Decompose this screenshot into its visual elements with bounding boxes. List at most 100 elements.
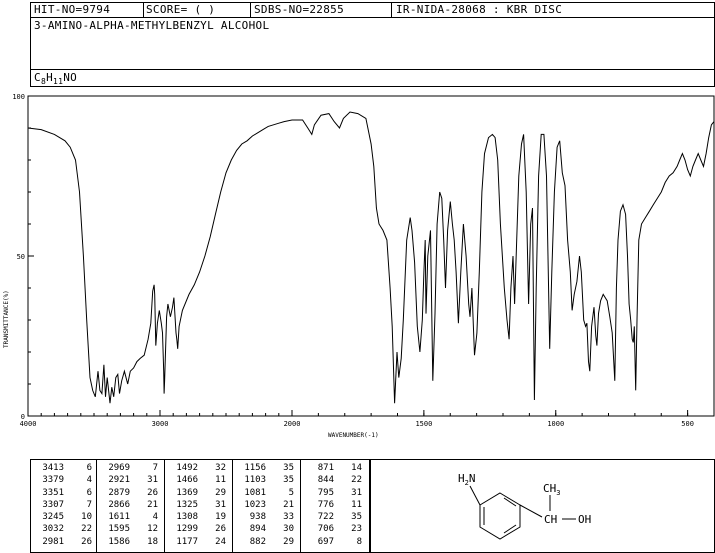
peak-row: 795 31 [300, 487, 362, 499]
methyl-label: CH3 [543, 482, 560, 497]
peak-column: 871 14 844 22 795 31 776 11 722 35 706 23 697 8 [300, 462, 362, 548]
peak-transmittance: 18 [147, 536, 158, 547]
peak-wavenumber: 706 [317, 524, 334, 535]
ring-to-ch-bond [519, 504, 543, 518]
peak-wavenumber: 2969 [108, 463, 130, 473]
peak-wavenumber: 795 [317, 487, 334, 498]
peak-transmittance: 35 [351, 512, 362, 523]
peak-transmittance: 35 [283, 463, 294, 473]
peak-wavenumber: 2921 [108, 475, 130, 486]
amine-label: H2N [458, 472, 475, 487]
peak-transmittance: 31 [215, 499, 226, 510]
y-tick-label: 100 [12, 93, 25, 101]
peak-wavenumber: 871 [317, 463, 334, 473]
peak-row: 706 23 [300, 523, 362, 535]
peak-transmittance: 19 [215, 512, 226, 523]
peak-wavenumber: 1466 [176, 475, 198, 486]
peak-wavenumber: 1177 [176, 536, 198, 547]
peak-transmittance: 4 [152, 512, 158, 523]
peak-transmittance: 23 [351, 524, 362, 535]
peak-row: 1103 35 [232, 474, 294, 486]
y-tick-label: 50 [17, 253, 25, 261]
peak-transmittance: 21 [147, 499, 158, 510]
peak-wavenumber: 722 [317, 512, 334, 523]
peak-column: 1156 35 1103 35 1081 5 1023 21 938 33 894 30 882 29 [232, 462, 294, 548]
peak-row: 3307 7 [30, 499, 92, 511]
peak-transmittance: 30 [283, 524, 294, 535]
peak-transmittance: 26 [81, 536, 92, 547]
peak-row: 882 29 [232, 536, 294, 548]
hit-number: HIT-NO=9794 [34, 3, 111, 16]
ch-label: CH [544, 513, 557, 526]
peak-wavenumber: 882 [249, 536, 266, 547]
peak-row: 2866 21 [96, 499, 158, 511]
peak-row: 1466 11 [164, 474, 226, 486]
peak-row: 3245 10 [30, 511, 92, 523]
peak-wavenumber: 1492 [176, 463, 198, 473]
formula-c: C [34, 71, 41, 84]
x-tick-label: 4000 [20, 420, 37, 428]
peak-row: 3379 4 [30, 474, 92, 486]
peak-wavenumber: 1325 [176, 499, 198, 510]
header-sep-1 [143, 2, 144, 18]
hydroxyl-label: OH [578, 513, 591, 526]
peak-column: 1492 32 1466 11 1369 29 1325 31 1308 19 1299 26 1177… [164, 462, 226, 548]
compound-name: 3-AMINO-ALPHA-METHYLBENZYL ALCOHOL [34, 19, 270, 32]
peak-row: 2981 26 [30, 536, 92, 548]
peak-row: 1177 24 [164, 536, 226, 548]
formula-h-count: 11 [53, 77, 64, 87]
peak-row: 1156 35 [232, 462, 294, 474]
peak-row: 1369 29 [164, 487, 226, 499]
peak-column: 2969 7 2921 31 2879 26 2866 21 1611 4 1595 12 1586 18 [96, 462, 158, 548]
chemical-structure: H2N CH3 CH OH [458, 472, 591, 540]
x-tick-label: 1500 [415, 420, 432, 428]
header-sep-2 [250, 2, 251, 18]
peak-transmittance: 10 [81, 512, 92, 523]
peak-wavenumber: 697 [317, 536, 334, 547]
peak-wavenumber: 3245 [42, 512, 64, 523]
peak-row: 697 8 [300, 536, 362, 548]
peak-row: 1023 21 [232, 499, 294, 511]
peak-wavenumber: 3351 [42, 487, 64, 498]
peak-transmittance: 26 [147, 487, 158, 498]
header-frame [30, 2, 715, 87]
peak-transmittance: 5 [288, 487, 294, 498]
peak-row: 3032 22 [30, 523, 92, 535]
peak-wavenumber: 1308 [176, 512, 198, 523]
spectrum-line [27, 111, 715, 404]
peak-transmittance: 6 [86, 487, 92, 498]
peak-row: 722 35 [300, 511, 362, 523]
header-divider-top [30, 17, 715, 18]
header-sep-3 [391, 2, 392, 18]
peak-transmittance: 33 [283, 512, 294, 523]
score-field: SCORE= ( ) [146, 3, 216, 16]
peak-transmittance: 32 [215, 463, 226, 473]
peak-transmittance: 26 [215, 524, 226, 535]
peak-wavenumber: 3413 [42, 463, 64, 473]
ir-spectrum-chart: 100500 4000 3000 2000 1500 1000 500 TRANSMITT… [3, 93, 715, 439]
peak-row: 1299 26 [164, 523, 226, 535]
peak-row: 3351 6 [30, 487, 92, 499]
peak-transmittance: 31 [351, 487, 362, 498]
peak-wavenumber: 1586 [108, 536, 130, 547]
peak-transmittance: 24 [215, 536, 226, 547]
peak-wavenumber: 2866 [108, 499, 130, 510]
molecular-formula: C8H11NO [34, 71, 77, 86]
peak-wavenumber: 1103 [244, 475, 266, 486]
peak-wavenumber: 1369 [176, 487, 198, 498]
peak-transmittance: 22 [351, 475, 362, 486]
peak-row: 1492 32 [164, 462, 226, 474]
peak-row: 1586 18 [96, 536, 158, 548]
peak-wavenumber: 1299 [176, 524, 198, 535]
peak-row: 894 30 [232, 523, 294, 535]
peak-wavenumber: 2879 [108, 487, 130, 498]
peak-row: 2879 26 [96, 487, 158, 499]
peak-row: 1595 12 [96, 523, 158, 535]
peak-transmittance: 31 [147, 475, 158, 486]
peak-transmittance: 14 [351, 463, 362, 473]
peak-transmittance: 21 [283, 499, 294, 510]
formula-rest: NO [63, 71, 78, 84]
peak-transmittance: 11 [215, 475, 226, 486]
peak-transmittance: 29 [283, 536, 294, 547]
peak-transmittance: 29 [215, 487, 226, 498]
